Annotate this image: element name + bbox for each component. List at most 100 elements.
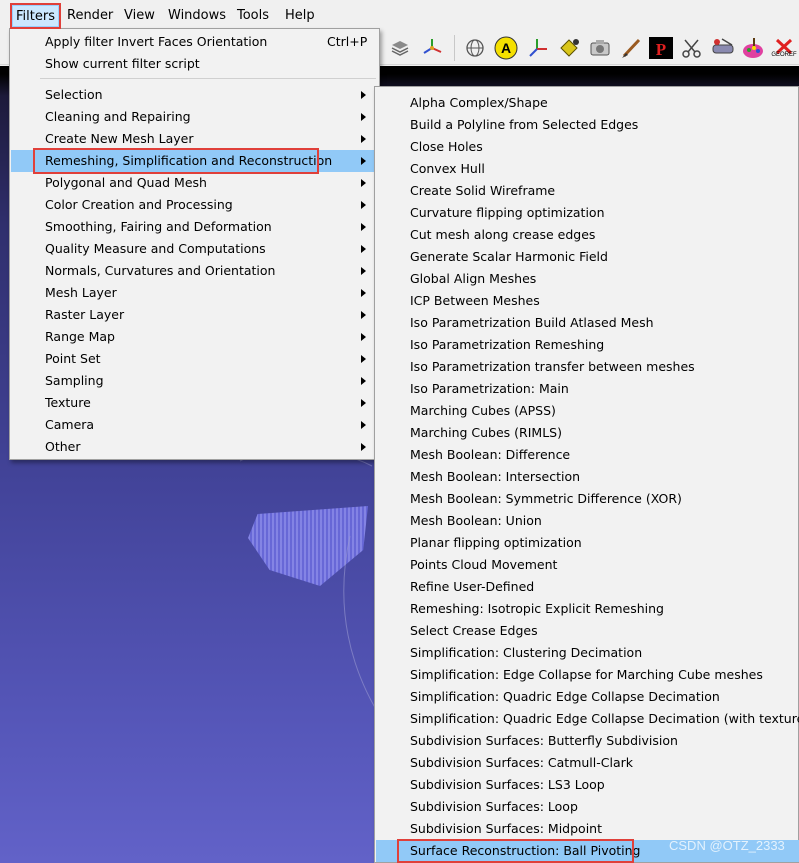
menu-windows[interactable]: Windows — [165, 5, 229, 27]
submenu-item-label: Alpha Complex/Shape — [410, 95, 548, 110]
category-label: Point Set — [45, 351, 101, 366]
apply-filter-shortcut: Ctrl+P — [327, 34, 368, 49]
menu-tools[interactable]: Tools — [234, 5, 272, 27]
menu-category-point-set[interactable]: Point Set — [11, 348, 378, 370]
submenu-item[interactable]: Curvature flipping optimization — [376, 202, 799, 224]
pdf-icon[interactable]: P — [647, 34, 675, 62]
layers-icon[interactable] — [386, 34, 414, 62]
submenu-item[interactable]: Convex Hull — [376, 158, 799, 180]
menu-category-selection[interactable]: Selection — [11, 84, 378, 106]
submenu-item[interactable]: Mesh Boolean: Symmetric Difference (XOR) — [376, 488, 799, 510]
remeshing-submenu: Alpha Complex/Shape Build a Polyline fro… — [374, 86, 799, 863]
menu-category-camera[interactable]: Camera — [11, 414, 378, 436]
submenu-arrow-icon — [361, 245, 366, 253]
category-label: Smoothing, Fairing and Deformation — [45, 219, 272, 234]
submenu-item[interactable]: Subdivision Surfaces: Butterfly Subdivis… — [376, 730, 799, 752]
scissors-icon[interactable] — [678, 34, 706, 62]
submenu-item[interactable]: Cut mesh along crease edges — [376, 224, 799, 246]
menu-category-cleaning[interactable]: Cleaning and Repairing — [11, 106, 378, 128]
menu-category-range-map[interactable]: Range Map — [11, 326, 378, 348]
axis-gizmo-icon[interactable] — [418, 34, 446, 62]
submenu-item[interactable]: Select Crease Edges — [376, 620, 799, 642]
color-palette-icon[interactable] — [739, 34, 767, 62]
category-label: Polygonal and Quad Mesh — [45, 175, 207, 190]
submenu-arrow-icon — [361, 179, 366, 187]
submenu-item[interactable]: Simplification: Edge Collapse for Marchi… — [376, 664, 799, 686]
submenu-item[interactable]: Planar flipping optimization — [376, 532, 799, 554]
submenu-arrow-icon — [361, 443, 366, 451]
submenu-item[interactable]: Subdivision Surfaces: Loop — [376, 796, 799, 818]
menu-category-remeshing[interactable]: Remeshing, Simplification and Reconstruc… — [11, 150, 378, 172]
submenu-item[interactable]: Simplification: Clustering Decimation — [376, 642, 799, 664]
submenu-item[interactable]: Iso Parametrization Remeshing — [376, 334, 799, 356]
submenu-item[interactable]: Generate Scalar Harmonic Field — [376, 246, 799, 268]
submenu-item[interactable]: Simplification: Quadric Edge Collapse De… — [376, 708, 799, 730]
submenu-item-label: Subdivision Surfaces: LS3 Loop — [410, 777, 605, 792]
submenu-arrow-icon — [361, 311, 366, 319]
submenu-item-label: Planar flipping optimization — [410, 535, 582, 550]
category-label: Camera — [45, 417, 95, 432]
submenu-item[interactable]: Iso Parametrization: Main — [376, 378, 799, 400]
submenu-item[interactable]: Points Cloud Movement — [376, 554, 799, 576]
camera-icon[interactable] — [586, 34, 614, 62]
submenu-item-label: ICP Between Meshes — [410, 293, 540, 308]
submenu-item[interactable]: ICP Between Meshes — [376, 290, 799, 312]
menu-category-create-mesh-layer[interactable]: Create New Mesh Layer — [11, 128, 378, 150]
menu-category-normals[interactable]: Normals, Curvatures and Orientation — [11, 260, 378, 282]
submenu-item[interactable]: Simplification: Quadric Edge Collapse De… — [376, 686, 799, 708]
menu-category-raster-layer[interactable]: Raster Layer — [11, 304, 378, 326]
globe-icon[interactable] — [461, 34, 489, 62]
submenu-item[interactable]: Iso Parametrization Build Atlased Mesh — [376, 312, 799, 334]
submenu-item[interactable]: Iso Parametrization transfer between mes… — [376, 356, 799, 378]
menu-render[interactable]: Render — [64, 5, 116, 27]
annotation-a-icon[interactable]: A — [492, 34, 520, 62]
menu-help[interactable]: Help — [282, 5, 318, 27]
submenu-item-label: Iso Parametrization Remeshing — [410, 337, 605, 352]
menu-category-polygonal[interactable]: Polygonal and Quad Mesh — [11, 172, 378, 194]
submenu-item[interactable]: Subdivision Surfaces: LS3 Loop — [376, 774, 799, 796]
menu-category-quality[interactable]: Quality Measure and Computations — [11, 238, 378, 260]
menu-view[interactable]: View — [121, 5, 158, 27]
submenu-item[interactable]: Create Solid Wireframe — [376, 180, 799, 202]
submenu-item[interactable]: Mesh Boolean: Union — [376, 510, 799, 532]
submenu-item[interactable]: Close Holes — [376, 136, 799, 158]
submenu-item-label: Points Cloud Movement — [410, 557, 558, 572]
category-label: Create New Mesh Layer — [45, 131, 194, 146]
submenu-item[interactable]: Marching Cubes (APSS) — [376, 400, 799, 422]
submenu-arrow-icon — [361, 113, 366, 121]
menu-show-filter-script[interactable]: Show current filter script — [11, 53, 378, 75]
submenu-arrow-icon — [361, 377, 366, 385]
submenu-item[interactable]: Mesh Boolean: Intersection — [376, 466, 799, 488]
menu-category-mesh-layer[interactable]: Mesh Layer — [11, 282, 378, 304]
submenu-item-label: Subdivision Surfaces: Catmull-Clark — [410, 755, 633, 770]
submenu-arrow-icon — [361, 223, 366, 231]
submenu-item-label: Subdivision Surfaces: Midpoint — [410, 821, 602, 836]
menu-category-sampling[interactable]: Sampling — [11, 370, 378, 392]
menu-category-color[interactable]: Color Creation and Processing — [11, 194, 378, 216]
paint-icon[interactable] — [709, 34, 737, 62]
submenu-item[interactable]: Subdivision Surfaces: Midpoint — [376, 818, 799, 840]
submenu-item-label: Remeshing: Isotropic Explicit Remeshing — [410, 601, 664, 616]
menu-apply-filter[interactable]: Apply filter Invert Faces Orientation Ct… — [11, 31, 378, 53]
close-georef-icon[interactable]: GEOREF — [770, 34, 798, 62]
menu-filters[interactable]: Filters — [12, 5, 59, 27]
axes-icon[interactable] — [524, 34, 552, 62]
submenu-item[interactable]: Subdivision Surfaces: Catmull-Clark — [376, 752, 799, 774]
menu-help-label: Help — [285, 8, 315, 23]
brush-icon[interactable] — [617, 34, 645, 62]
paint-bucket-icon[interactable] — [555, 34, 583, 62]
submenu-item-label: Mesh Boolean: Union — [410, 513, 542, 528]
submenu-item-label: Global Align Meshes — [410, 271, 537, 286]
submenu-item-label: Iso Parametrization Build Atlased Mesh — [410, 315, 654, 330]
menu-category-smoothing[interactable]: Smoothing, Fairing and Deformation — [11, 216, 378, 238]
submenu-arrow-icon — [361, 267, 366, 275]
submenu-item[interactable]: Refine User-Defined — [376, 576, 799, 598]
submenu-item[interactable]: Build a Polyline from Selected Edges — [376, 114, 799, 136]
submenu-item[interactable]: Marching Cubes (RIMLS) — [376, 422, 799, 444]
menu-category-texture[interactable]: Texture — [11, 392, 378, 414]
submenu-item[interactable]: Remeshing: Isotropic Explicit Remeshing — [376, 598, 799, 620]
submenu-item[interactable]: Global Align Meshes — [376, 268, 799, 290]
submenu-item[interactable]: Alpha Complex/Shape — [376, 92, 799, 114]
menu-category-other[interactable]: Other — [11, 436, 378, 458]
submenu-item[interactable]: Mesh Boolean: Difference — [376, 444, 799, 466]
